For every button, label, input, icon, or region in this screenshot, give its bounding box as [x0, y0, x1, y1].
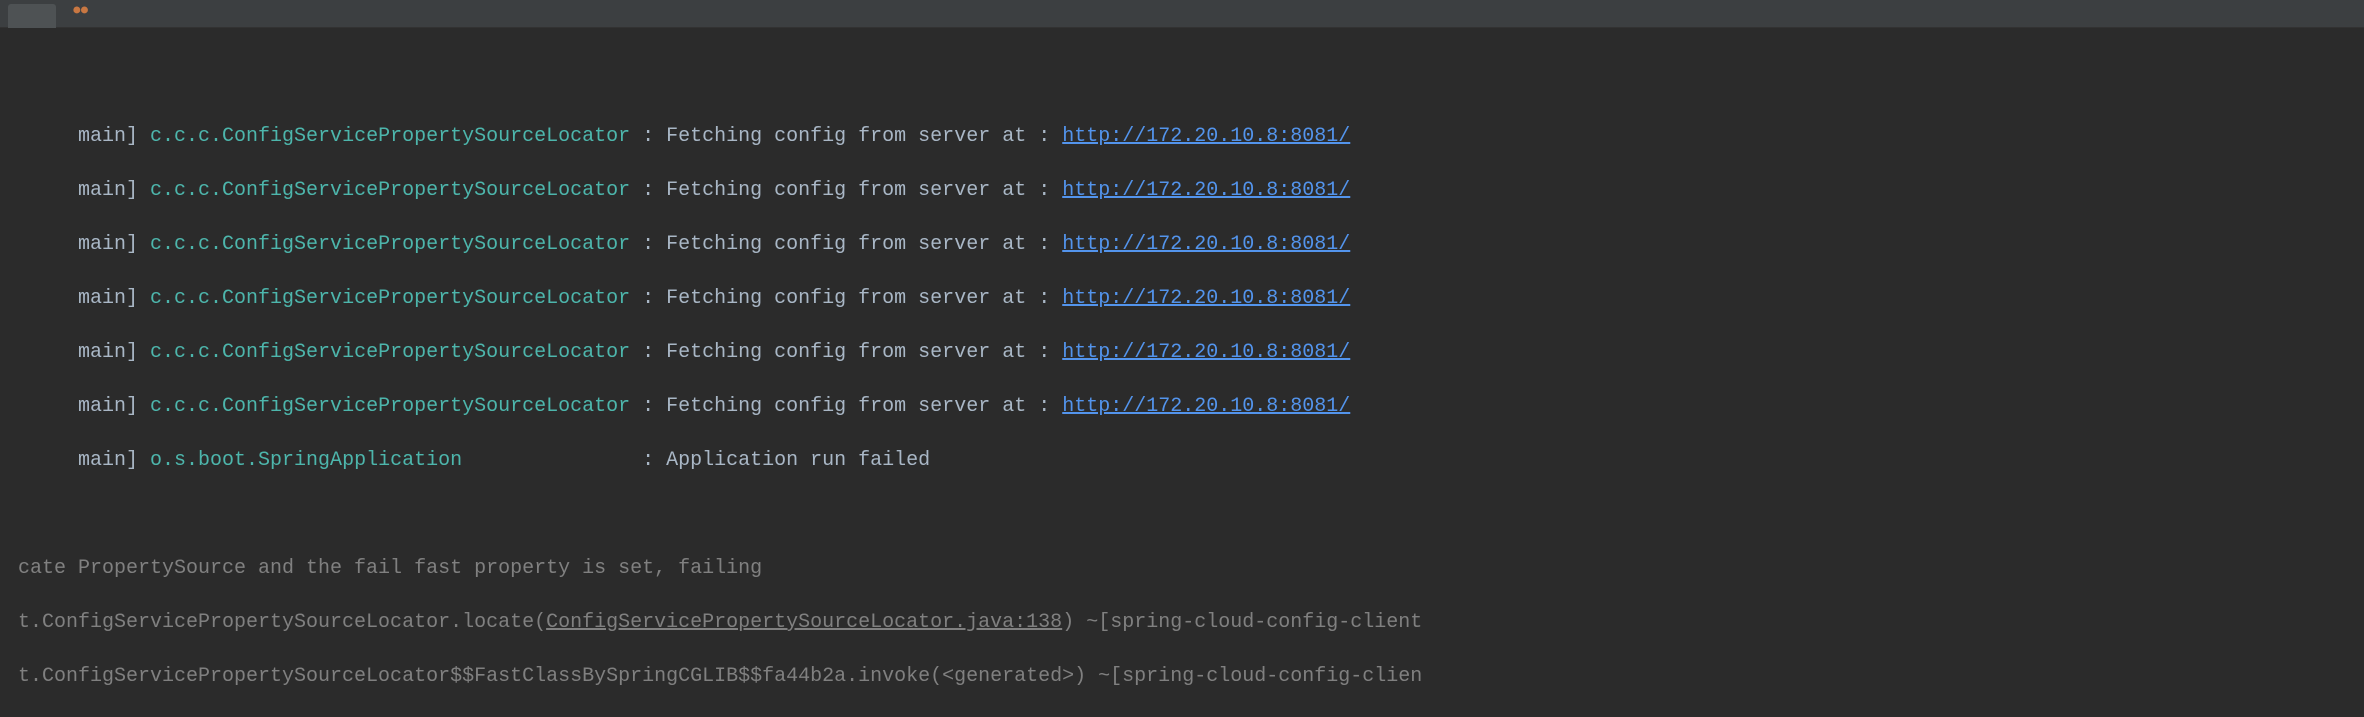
log-pad — [630, 395, 642, 418]
stack-trace-line: t.ConfigServicePropertySourceLocator$$Fa… — [18, 663, 2364, 690]
logger-name: c.c.c.ConfigServicePropertySourceLocator — [150, 287, 630, 310]
stack-trace-line: cate PropertySource and the fail fast pr… — [18, 555, 2364, 582]
thread-name: main] — [18, 233, 150, 256]
stack-trace-line: t.ConfigServicePropertySourceLocator.loc… — [18, 609, 2364, 636]
trace-text: t.ConfigServicePropertySourceLocator.loc… — [18, 611, 546, 634]
config-url-link[interactable]: http://172.20.10.8:8081/ — [1062, 287, 1350, 310]
logger-name: o.s.boot.SpringApplication — [150, 449, 462, 472]
logger-name: c.c.c.ConfigServicePropertySourceLocator — [150, 233, 630, 256]
log-pad — [630, 341, 642, 364]
config-url-link[interactable]: http://172.20.10.8:8081/ — [1062, 179, 1350, 202]
stacktrace-icon: ●● — [72, 2, 87, 20]
log-message: Fetching config from server at : — [666, 395, 1062, 418]
tab-icon-wrap[interactable]: ●● — [56, 0, 103, 27]
log-line: main] c.c.c.ConfigServicePropertySourceL… — [18, 177, 2364, 204]
tab-bar: ●● — [0, 0, 2364, 28]
log-line: main] c.c.c.ConfigServicePropertySourceL… — [18, 339, 2364, 366]
log-pad — [630, 287, 642, 310]
log-sep: : — [642, 449, 666, 472]
blank-line — [18, 501, 2364, 528]
log-pad — [630, 179, 642, 202]
thread-name: main] — [18, 341, 150, 364]
thread-name: main] — [18, 287, 150, 310]
thread-name: main] — [18, 449, 150, 472]
log-sep: : — [642, 179, 666, 202]
thread-name: main] — [18, 125, 150, 148]
thread-name: main] — [18, 179, 150, 202]
logger-name: c.c.c.ConfigServicePropertySourceLocator — [150, 179, 630, 202]
tab-active[interactable] — [8, 4, 56, 28]
config-url-link[interactable]: http://172.20.10.8:8081/ — [1062, 395, 1350, 418]
logger-name: c.c.c.ConfigServicePropertySourceLocator — [150, 395, 630, 418]
log-message: Fetching config from server at : — [666, 233, 1062, 256]
log-line: main] o.s.boot.SpringApplication : Appli… — [18, 447, 2364, 474]
console-output[interactable]: main] c.c.c.ConfigServicePropertySourceL… — [0, 28, 2364, 717]
log-line: main] c.c.c.ConfigServicePropertySourceL… — [18, 285, 2364, 312]
logger-name: c.c.c.ConfigServicePropertySourceLocator — [150, 341, 630, 364]
log-sep: : — [642, 125, 666, 148]
log-line: main] c.c.c.ConfigServicePropertySourceL… — [18, 231, 2364, 258]
log-message: Fetching config from server at : — [666, 287, 1062, 310]
log-sep: : — [642, 233, 666, 256]
log-message: Fetching config from server at : — [666, 125, 1062, 148]
log-sep: : — [642, 341, 666, 364]
source-file-link[interactable]: ConfigServicePropertySourceLocator.java:… — [546, 611, 1062, 634]
thread-name: main] — [18, 395, 150, 418]
log-pad — [630, 125, 642, 148]
log-line: main] c.c.c.ConfigServicePropertySourceL… — [18, 123, 2364, 150]
log-sep: : — [642, 395, 666, 418]
config-url-link[interactable]: http://172.20.10.8:8081/ — [1062, 233, 1350, 256]
config-url-link[interactable]: http://172.20.10.8:8081/ — [1062, 341, 1350, 364]
trace-text: ) ~[spring-cloud-config-client — [1062, 611, 1422, 634]
log-line: main] c.c.c.ConfigServicePropertySourceL… — [18, 393, 2364, 420]
log-message: Fetching config from server at : — [666, 179, 1062, 202]
log-sep: : — [642, 287, 666, 310]
logger-name: c.c.c.ConfigServicePropertySourceLocator — [150, 125, 630, 148]
log-pad — [630, 233, 642, 256]
log-message: Application run failed — [666, 449, 930, 472]
log-pad — [462, 449, 642, 472]
log-message: Fetching config from server at : — [666, 341, 1062, 364]
config-url-link[interactable]: http://172.20.10.8:8081/ — [1062, 125, 1350, 148]
